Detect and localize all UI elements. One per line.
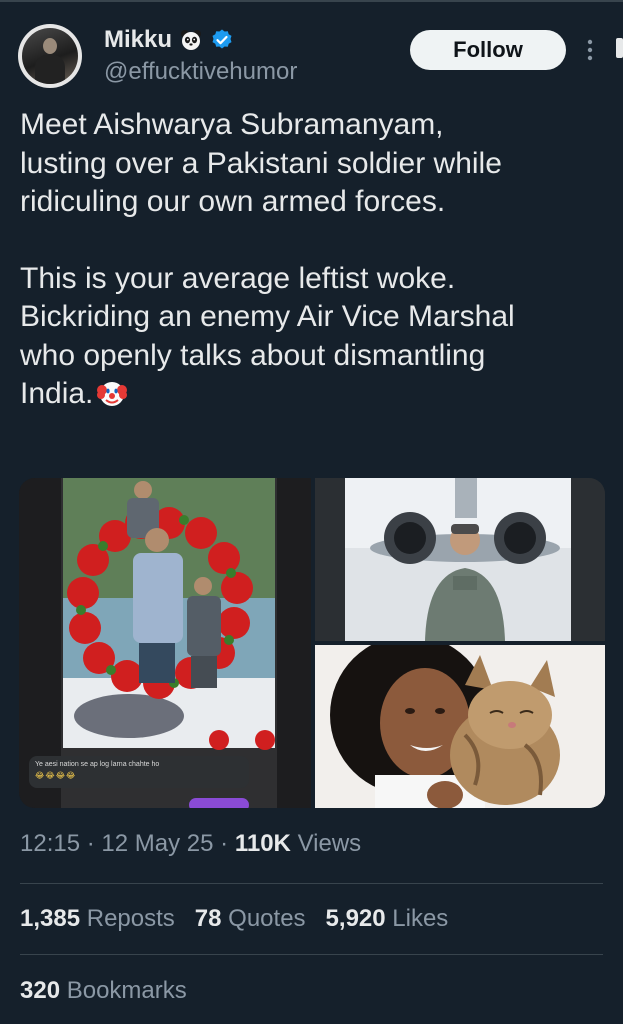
- reposts-label: Reposts: [86, 905, 175, 932]
- verified-badge-icon[interactable]: [210, 28, 234, 52]
- reposts-count: 1,385: [20, 905, 81, 932]
- media-grid[interactable]: Ye aesi nation se ap log larna chahte ho…: [19, 478, 605, 808]
- views-count[interactable]: 110K: [235, 830, 291, 857]
- author-handle[interactable]: @effucktivehumor: [104, 58, 297, 86]
- bookmarks-stat[interactable]: 320 Bookmarks: [20, 977, 187, 1005]
- tweet-paragraph-2-text: This is your average leftist woke. Bickr…: [20, 261, 515, 411]
- separator-dot: ·: [220, 830, 229, 857]
- avatar-image: [22, 28, 78, 84]
- media-image-collage[interactable]: Ye aesi nation se ap log larna chahte ho…: [19, 478, 311, 808]
- author-display-name[interactable]: Mikku: [104, 26, 172, 54]
- scrollbar-thumb[interactable]: [616, 38, 623, 58]
- top-divider: [0, 0, 623, 2]
- tweet-text: Meet Aishwarya Subramanyam, lusting over…: [20, 106, 610, 414]
- bookmarks-label: Bookmarks: [66, 977, 187, 1004]
- divider: [20, 954, 603, 955]
- likes-stat[interactable]: 5,920 Likes: [326, 905, 449, 933]
- tweet-time[interactable]: 12:15: [20, 830, 80, 857]
- likes-count: 5,920: [325, 905, 386, 932]
- quotes-count: 78: [194, 905, 222, 932]
- tweet-timestamp-row: 12:15 · 12 May 25 · 110K Views: [20, 830, 361, 858]
- reposts-stat[interactable]: 1,385 Reposts: [20, 905, 175, 933]
- likes-label: Likes: [392, 905, 449, 932]
- author-name-row: Mikku: [104, 24, 234, 56]
- divider: [20, 883, 603, 884]
- media-caption-text: Ye aesi nation se ap log larna chahte ho: [35, 761, 160, 768]
- clown-face-icon: [97, 378, 128, 408]
- avatar[interactable]: [18, 24, 82, 88]
- media-caption-emojis: 😂😂😂😂: [35, 771, 77, 780]
- bookmarks-count: 320: [20, 977, 61, 1004]
- engagement-stats-row: 1,385 Reposts 78 Quotes 5,920 Likes: [20, 905, 468, 933]
- quotes-stat[interactable]: 78 Quotes: [195, 905, 306, 933]
- quotes-label: Quotes: [228, 905, 306, 932]
- panda-icon: [180, 29, 202, 51]
- separator-dot: ·: [86, 830, 95, 857]
- tweet-paragraph-2: This is your average leftist woke. Bickr…: [20, 260, 610, 414]
- tweet-paragraph-1: Meet Aishwarya Subramanyam, lusting over…: [20, 108, 502, 218]
- media-image-woman-cat[interactable]: [315, 645, 605, 808]
- follow-button[interactable]: Follow: [410, 30, 566, 70]
- views-label: Views: [297, 830, 362, 857]
- more-options-icon[interactable]: [584, 38, 596, 62]
- media-caption-bubble: Ye aesi nation se ap log larna chahte ho…: [29, 756, 249, 788]
- tweet-date[interactable]: 12 May 25: [101, 830, 213, 857]
- media-reply-pill: [189, 798, 249, 808]
- tweet-detail-page: Mikku @effucktivehumor Follow Meet Aishw…: [0, 0, 623, 1024]
- media-image-officer-jet[interactable]: [315, 478, 605, 641]
